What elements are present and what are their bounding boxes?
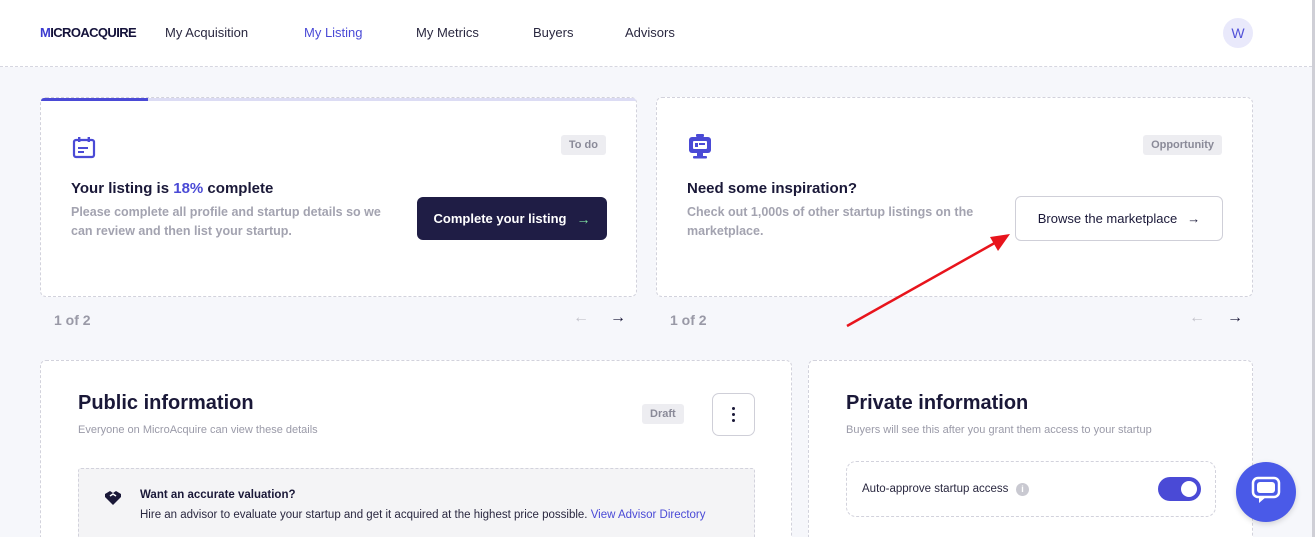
listing-progress-card: To do Your listing is 18% complete Pleas… [40, 97, 637, 297]
chat-button[interactable] [1236, 462, 1296, 522]
inspiration-pager-text: 1 of 2 [670, 312, 707, 328]
public-info-subtitle: Everyone on MicroAcquire can view these … [78, 424, 318, 436]
nav-advisors[interactable]: Advisors [625, 25, 675, 40]
arrow-right-icon: → [1187, 211, 1201, 226]
inspiration-title: Need some inspiration? [687, 180, 858, 197]
valuation-body: Hire an advisor to evaluate your startup… [140, 509, 591, 521]
avatar[interactable]: W [1223, 18, 1253, 48]
logo-text-rest: ICROACQUIRE [50, 25, 137, 40]
listing-next-arrow-icon[interactable]: → [610, 310, 626, 326]
auto-approve-toggle[interactable] [1158, 477, 1201, 501]
listing-progress-fill [41, 98, 149, 101]
valuation-title: Want an accurate valuation? [140, 489, 296, 501]
top-navigation: MICROACQUIRE My Acquisition My Listing M… [0, 0, 1312, 67]
arrow-right-icon: → [576, 210, 591, 227]
listing-title: Your listing is 18% complete [71, 180, 273, 197]
logo[interactable]: MICROACQUIRE [40, 25, 137, 40]
todo-tag: To do [560, 135, 606, 155]
nav-my-acquisition[interactable]: My Acquisition [165, 25, 248, 40]
nav-my-metrics[interactable]: My Metrics [416, 25, 479, 40]
chat-bubble-icon [1251, 476, 1281, 509]
info-icon[interactable]: i [1016, 483, 1029, 496]
public-info-title: Public information [78, 392, 254, 414]
complete-listing-label: Complete your listing [433, 211, 567, 226]
valuation-text: Hire an advisor to evaluate your startup… [140, 509, 706, 521]
private-info-title: Private information [846, 392, 1029, 414]
complete-listing-button[interactable]: Complete your listing → [417, 197, 607, 240]
listing-percent: 18% [173, 180, 204, 197]
browse-marketplace-label: Browse the marketplace [1037, 211, 1178, 226]
inspiration-next-arrow-icon[interactable]: → [1227, 310, 1243, 326]
private-info-subtitle: Buyers will see this after you grant the… [846, 424, 1152, 436]
listing-progress-bar [41, 98, 636, 101]
listing-prev-arrow-icon[interactable]: ← [573, 310, 589, 326]
public-information-section: Public information Everyone on MicroAcqu… [40, 360, 792, 537]
annotation-arrow-icon [846, 234, 1010, 328]
auto-approve-row: Auto-approve startup access i [846, 461, 1216, 517]
browse-marketplace-button[interactable]: Browse the marketplace → [1015, 196, 1223, 241]
private-information-section: Private information Buyers will see this… [808, 360, 1253, 537]
listing-description: Please complete all profile and startup … [71, 205, 381, 238]
nav-buyers[interactable]: Buyers [533, 25, 573, 40]
advisor-directory-link[interactable]: View Advisor Directory [591, 509, 706, 521]
auto-approve-label: Auto-approve startup access [862, 483, 1009, 495]
listing-title-suffix: complete [203, 180, 274, 197]
more-options-icon[interactable] [712, 393, 755, 436]
draft-tag: Draft [642, 404, 684, 424]
listing-pager-text: 1 of 2 [54, 312, 91, 328]
toggle-knob [1181, 481, 1197, 497]
listing-title-prefix: Your listing is [71, 180, 174, 197]
calendar-icon [72, 137, 96, 164]
handshake-icon [103, 489, 123, 512]
inspiration-prev-arrow-icon[interactable]: ← [1189, 310, 1205, 326]
opportunity-tag: Opportunity [1143, 135, 1222, 155]
nav-my-listing[interactable]: My Listing [304, 25, 363, 40]
valuation-banner: Want an accurate valuation? Hire an advi… [78, 468, 755, 537]
monitor-icon [687, 134, 713, 165]
